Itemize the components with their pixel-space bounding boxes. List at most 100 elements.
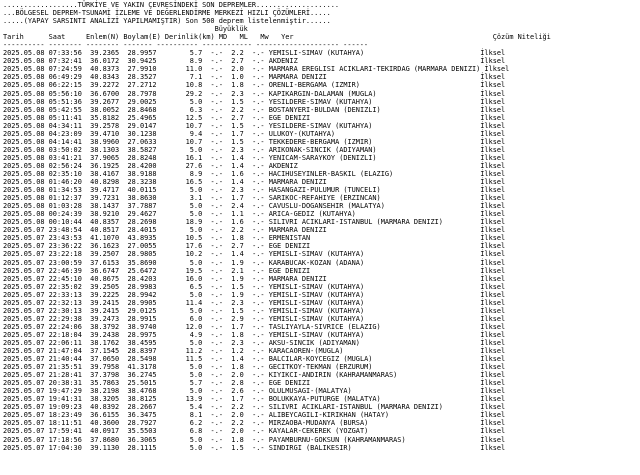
cell-mw: -.- [247,298,265,307]
cell-lat: 37.6153 [86,258,120,267]
cell-quality: İlksel [480,186,506,195]
cell-depth: 5.0 [160,145,203,154]
cell-lat: 39.2415 [86,306,120,315]
cell-date: 2025.05.08 [3,153,45,162]
cell-quality: İlksel [480,355,506,364]
cell-time: 01:03:28 [48,202,82,211]
cell-md: -.- [206,81,223,90]
cell-lon: 29.0147 [123,121,157,130]
cell-lat: 36.1925 [86,161,120,170]
cell-date: 2025.05.08 [3,113,45,122]
cell-place: BALCILAR-KOYCEGIZ (MUGLA) [268,355,477,364]
cell-quality: İlksel [480,113,506,122]
cell-ml: 2.3 [227,186,244,195]
cell-date: 2025.05.07 [3,347,45,356]
cell-date: 2025.05.08 [3,202,45,211]
cell-lon: 38.9188 [123,169,157,178]
cell-place: KAYALAR-CEKEREK (YOZGAT) [268,427,477,436]
cell-time: 05:11:41 [48,113,82,122]
table-row: 2025.05.08 05:56:10 36.6700 28.7978 29.2… [3,90,640,98]
cell-quality: İlksel [480,250,506,259]
cell-time: 22:33:13 [48,290,82,299]
cell-quality: İlksel [480,202,506,211]
cell-date: 2025.05.07 [3,282,45,291]
cell-md: -.- [206,435,223,444]
table-row: 2025.05.07 23:22:18 39.2507 28.9805 10.2… [3,250,640,258]
cell-lon: 28.7978 [123,89,157,98]
cell-place: TEKKEDERE-BERGAMA (IZMIR) [268,137,477,146]
cell-time: 23:22:18 [48,250,82,259]
cell-lat: 40.0917 [86,427,120,436]
cell-md: -.- [206,314,223,323]
cell-time: 05:51:36 [48,97,82,106]
cell-md: -.- [206,371,223,380]
cell-depth: 16.0 [160,274,203,283]
cell-quality: İlksel [480,330,506,339]
col-md: MD [218,33,236,42]
header-title-line: ..................TÜRKİYE VE YAKIN ÇEVRE… [3,1,340,9]
cell-place: EGE DENIZI [268,266,477,275]
cell-mw: -.- [247,371,265,380]
cell-lon: 28.9975 [123,330,157,339]
cell-lat: 39.2272 [86,81,120,90]
cell-lon: 28.9983 [123,282,157,291]
cell-quality: İlksel [480,137,506,146]
cell-time: 17:59:41 [48,427,82,436]
cell-depth: 6.5 [160,282,203,291]
cell-ml: 1.4 [227,153,244,162]
cell-depth: 6.8 [160,427,203,436]
cell-date: 2025.05.07 [3,427,45,436]
cell-md: -.- [206,105,223,114]
cell-quality: İlksel [480,435,506,444]
cell-lon: 37.7887 [123,202,157,211]
cell-place: TASLIYAYLA-SIVRICE (ELAZIG) [268,322,477,331]
cell-lon: 28.9915 [123,314,157,323]
col-date: Tarih [3,33,45,42]
cell-mw: -.- [247,202,265,211]
cell-place: MARMARA DENIZI [268,274,477,283]
cell-depth: 5.0 [160,290,203,299]
cell-md: -.- [206,194,223,203]
cell-time: 02:35:10 [48,169,82,178]
cell-mw: -.- [247,161,265,170]
col-depth: Derinlik(km) [164,33,215,42]
cell-md: -.- [206,427,223,436]
cell-quality: İlksel [480,194,506,203]
cell-lat: 39.2505 [86,282,120,291]
cell-lon: 40.0115 [123,186,157,195]
table-row: 2025.05.08 05:11:41 35.8182 25.4965 12.5… [3,114,640,122]
cell-date: 2025.05.07 [3,290,45,299]
cell-quality: İlksel [480,363,506,372]
cell-place: YEMISLI-SIMAV (KUTAHYA) [268,250,477,259]
table-row: 2025.05.07 22:06:11 38.1762 38.4595 5.0 … [3,339,640,347]
cell-ml: 2.9 [227,314,244,323]
cell-lon: 38.4595 [123,338,157,347]
cell-place: ARIKONAK-SINCIK (ADIYAMAN) [268,145,477,154]
cell-lon: 27.2712 [123,81,157,90]
cell-lat: 39.2415 [86,298,120,307]
cell-place: SINDIRGI (BALIKESIR) [268,443,477,452]
cell-place: EGE DENIZI [268,379,477,388]
cell-depth: 5.0 [160,97,203,106]
cell-ml: 2.2 [227,105,244,114]
cell-ml: 1.8 [227,435,244,444]
cell-mw: -.- [247,145,265,154]
column-header-row: Tarih Saat Enlem(N) Boylam(E) Derinlik(k… [3,33,640,41]
cell-ml: 1.8 [227,330,244,339]
cell-md: -.- [206,153,223,162]
cell-mw: -.- [247,129,265,138]
col-time: Saat [48,33,82,42]
cell-lon: 29.0125 [123,306,157,315]
cell-mw: -.- [247,137,265,146]
cell-quality: İlksel [480,298,506,307]
cell-lon: 25.4965 [123,113,157,122]
cell-date: 2025.05.07 [3,338,45,347]
table-row: 2025.05.08 04:14:41 38.9960 27.0633 10.7… [3,138,640,146]
cell-time: 22:45:10 [48,274,82,283]
cell-depth: 12.0 [160,322,203,331]
cell-time: 01:34:53 [48,186,82,195]
cell-mw: -.- [247,178,265,187]
cell-lon: 28.9905 [123,298,157,307]
cell-mw: -.- [247,435,265,444]
cell-ml: 2.3 [227,338,244,347]
